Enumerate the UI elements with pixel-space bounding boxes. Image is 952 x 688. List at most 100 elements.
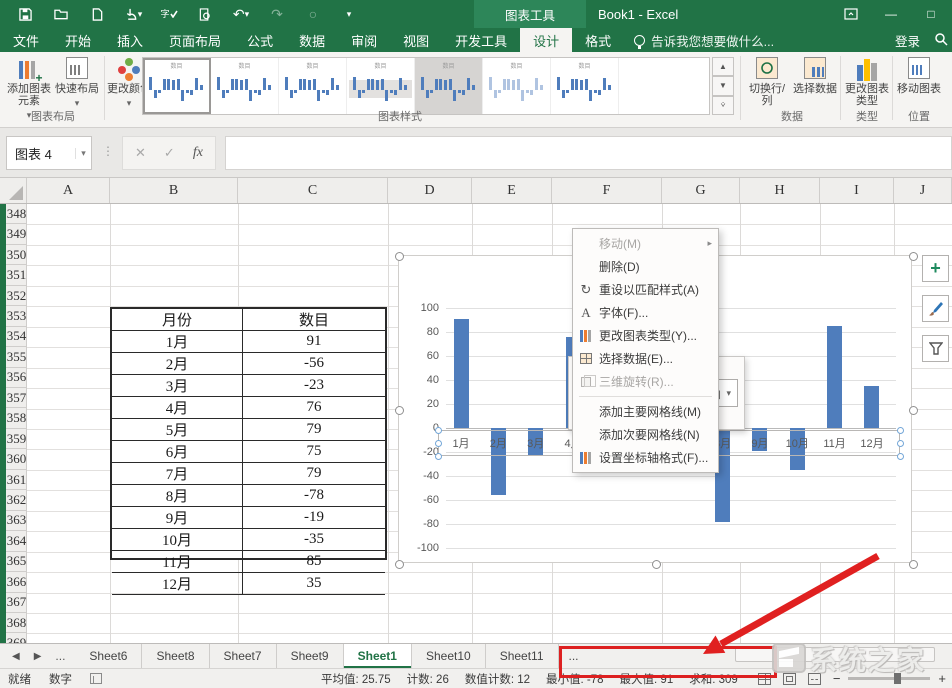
table-cell[interactable]: 76 (243, 397, 385, 419)
switch-row-column-button[interactable]: 切换行/列 (744, 57, 790, 107)
chart-style-thumbnail[interactable]: 数目 (415, 58, 483, 114)
sheet-tab-Sheet11[interactable]: Sheet11 (486, 644, 559, 668)
formula-input[interactable] (225, 136, 952, 170)
tab-插入[interactable]: 插入 (104, 28, 156, 52)
row-header-353[interactable]: 353 (6, 306, 27, 326)
chart-styles-button[interactable] (922, 295, 949, 322)
tab-file[interactable]: 文件 (0, 28, 52, 52)
row-header-369[interactable]: 369 (6, 633, 27, 643)
row-header-363[interactable]: 363 (6, 511, 27, 531)
tellme-box[interactable]: 告诉我您想要做什么... (624, 28, 784, 52)
chart-selection-handle[interactable] (909, 560, 918, 569)
row-header-362[interactable]: 362 (6, 490, 27, 510)
table-cell[interactable]: 12月 (112, 573, 243, 595)
chart-style-thumbnail[interactable]: 数目 (551, 58, 619, 114)
qat-customize-icon[interactable]: ▾ (338, 5, 360, 23)
chart-filters-button[interactable] (922, 335, 949, 362)
table-cell[interactable]: 5月 (112, 419, 243, 441)
cancel-icon[interactable]: ✕ (135, 145, 146, 161)
tab-公式[interactable]: 公式 (234, 28, 286, 52)
page-layout-view-icon[interactable] (783, 673, 796, 685)
name-box-dropdown-icon[interactable]: ▾ (75, 148, 91, 159)
menu-item[interactable]: 更改图表类型(Y)... (573, 324, 718, 347)
table-cell[interactable]: 2月 (112, 353, 243, 375)
zoom-slider-thumb[interactable] (894, 673, 901, 684)
new-document-icon[interactable] (86, 5, 108, 23)
table-cell[interactable]: -19 (243, 507, 385, 529)
redo-icon[interactable]: ↷ (266, 5, 288, 23)
sheet-grid[interactable]: 3483493503513523533543553563573583593603… (0, 204, 952, 643)
table-cell[interactable]: 8月 (112, 485, 243, 507)
draw-circle-icon[interactable]: ○ (302, 5, 324, 23)
row-header-364[interactable]: 364 (6, 531, 27, 551)
column-header-I[interactable]: I (820, 178, 894, 203)
tab-审阅[interactable]: 审阅 (338, 28, 390, 52)
tab-页面布局[interactable]: 页面布局 (156, 28, 234, 52)
column-header-D[interactable]: D (388, 178, 472, 203)
spelling-check-icon[interactable]: 字 (158, 5, 180, 23)
stat-item[interactable]: 数值计数: 12 (465, 671, 530, 687)
table-cell[interactable]: 35 (243, 573, 385, 595)
table-cell[interactable]: 79 (243, 419, 385, 441)
sheet-tab-Sheet6[interactable]: Sheet6 (75, 644, 142, 668)
sheet-tab-Sheet10[interactable]: Sheet10 (412, 644, 486, 668)
axis-selection-handle[interactable] (897, 440, 904, 447)
table-header-cell[interactable]: 月份 (112, 309, 243, 331)
tab-视图[interactable]: 视图 (390, 28, 442, 52)
chart-style-thumbnail[interactable]: 数目 (483, 58, 551, 114)
row-header-359[interactable]: 359 (6, 429, 27, 449)
row-header-366[interactable]: 366 (6, 572, 27, 592)
table-cell[interactable]: -78 (243, 485, 385, 507)
tab-overflow-left[interactable]: ... (55, 649, 65, 663)
minimize-button[interactable]: — (876, 2, 906, 26)
sheet-tab-Sheet9[interactable]: Sheet9 (277, 644, 344, 668)
tab-scroll-right-icon[interactable]: ▶ (34, 651, 42, 662)
chart-selection-handle[interactable] (395, 560, 404, 569)
table-header-cell[interactable]: 数目 (243, 309, 385, 331)
row-header-352[interactable]: 352 (6, 286, 27, 306)
chart-selection-handle[interactable] (909, 252, 918, 261)
chart-selection-handle[interactable] (909, 406, 918, 415)
axis-selection-handle[interactable] (435, 453, 442, 460)
row-header-348[interactable]: 348 (6, 204, 27, 224)
row-header-349[interactable]: 349 (6, 224, 27, 244)
menu-item[interactable]: A字体(F)... (573, 301, 718, 324)
menu-item[interactable]: 删除(D) (573, 255, 718, 278)
search-icon[interactable] (934, 32, 948, 49)
row-header-354[interactable]: 354 (6, 327, 27, 347)
table-cell[interactable]: 1月 (112, 331, 243, 353)
select-data-button[interactable]: 选择数据 (792, 57, 838, 95)
gallery-more-icon[interactable]: ⩒ (712, 96, 734, 115)
menu-item[interactable]: 添加次要网格线(N) (573, 423, 718, 446)
column-header-B[interactable]: B (110, 178, 238, 203)
tab-设计[interactable]: 设计 (520, 28, 572, 52)
row-header-367[interactable]: 367 (6, 593, 27, 613)
chart-selection-handle[interactable] (652, 560, 661, 569)
chart-bar[interactable] (454, 319, 469, 428)
sheet-tab-Sheet8[interactable]: Sheet8 (142, 644, 209, 668)
column-header-H[interactable]: H (740, 178, 820, 203)
menu-item[interactable]: ↻重设以匹配样式(A) (573, 278, 718, 301)
gallery-up-icon[interactable]: ▲ (712, 57, 734, 76)
row-header-368[interactable]: 368 (6, 613, 27, 633)
stat-item[interactable]: 平均值: 25.75 (321, 671, 391, 687)
data-table[interactable]: 月份数目1月912月-563月-234月765月796月757月798月-789… (110, 307, 387, 560)
tab-格式[interactable]: 格式 (572, 28, 624, 52)
undo-icon[interactable]: ↶▾ (230, 5, 252, 23)
row-header-351[interactable]: 351 (6, 265, 27, 285)
chart-elements-button[interactable]: + (922, 255, 949, 282)
table-cell[interactable]: 91 (243, 331, 385, 353)
menu-item[interactable]: 添加主要网格线(M) (573, 400, 718, 423)
formula-bar-splitter[interactable]: ⋮ (102, 144, 115, 158)
axis-selection-handle[interactable] (435, 440, 442, 447)
table-cell[interactable]: 85 (243, 551, 385, 573)
page-break-view-icon[interactable] (808, 673, 821, 685)
chart-selection-handle[interactable] (395, 406, 404, 415)
ribbon-display-options-icon[interactable] (836, 2, 866, 26)
row-header-357[interactable]: 357 (6, 388, 27, 408)
insert-function-icon[interactable]: fx (193, 145, 203, 161)
tab-数据[interactable]: 数据 (286, 28, 338, 52)
column-header-E[interactable]: E (472, 178, 552, 203)
quick-layout-button[interactable]: 快速布局▾ (54, 57, 100, 109)
axis-selection-handle[interactable] (897, 427, 904, 434)
